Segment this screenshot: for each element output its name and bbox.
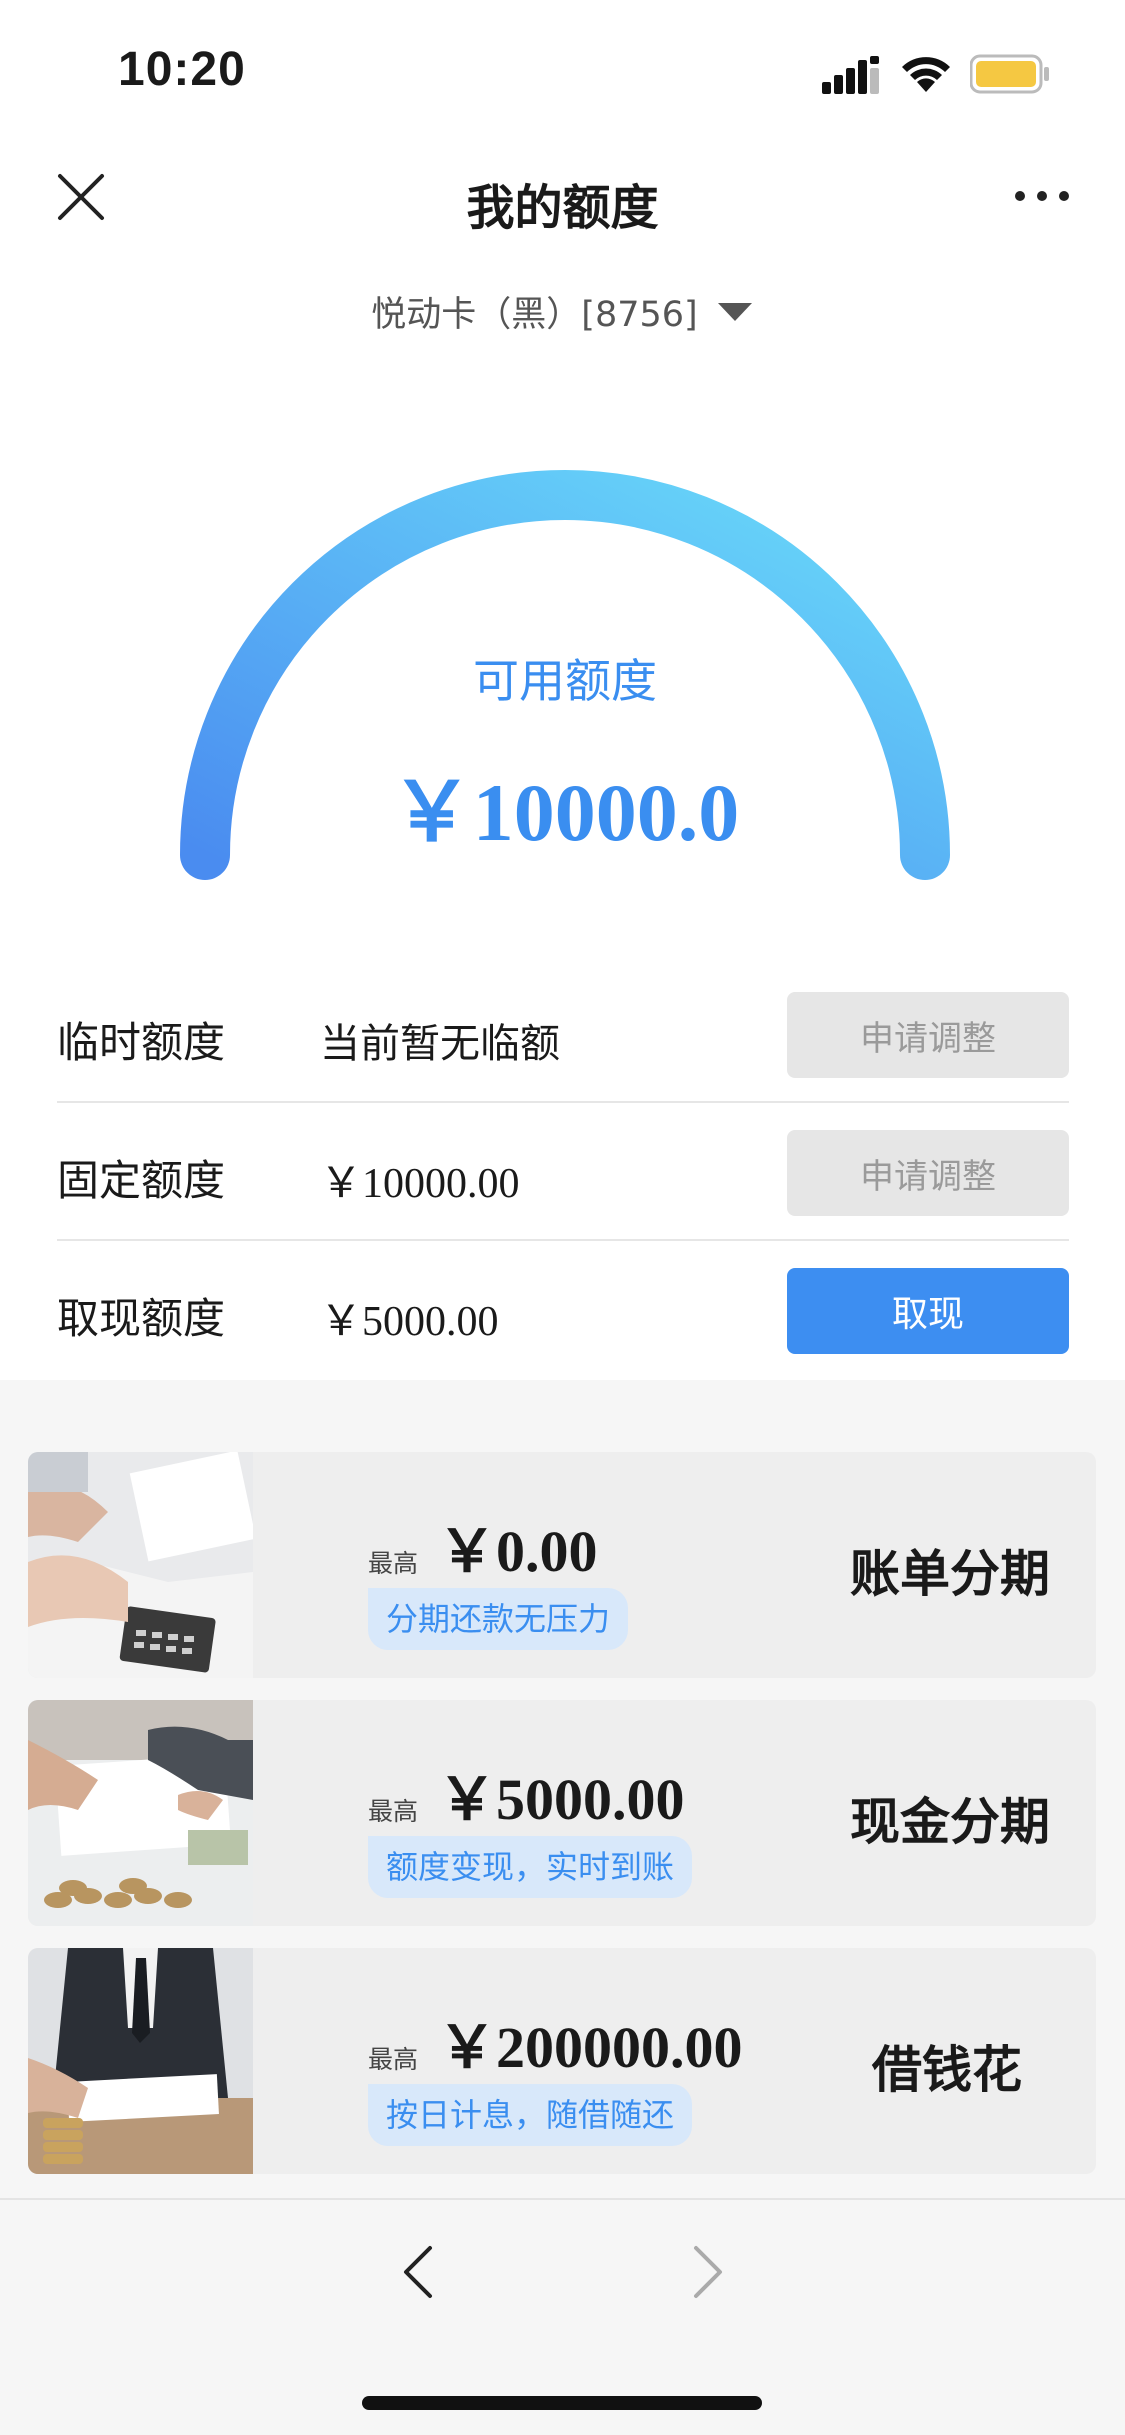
battery-icon bbox=[970, 54, 1049, 94]
quota-value: ￥5000.00 bbox=[320, 1299, 499, 1345]
nav-bar: 我的额度 bbox=[0, 140, 1125, 260]
product-image bbox=[28, 1452, 253, 1678]
product-card-cash-installment[interactable]: 最高 ￥5000.00 额度变现，实时到账 现金分期 bbox=[28, 1700, 1096, 1926]
home-indicator[interactable] bbox=[362, 2396, 762, 2410]
status-bar: 10:20 bbox=[0, 0, 1125, 140]
apply-adjust-fixed-button[interactable]: 申请调整 bbox=[787, 1130, 1069, 1216]
product-prefix: 最高 bbox=[368, 2045, 419, 2074]
quota-label: 固定额度 bbox=[57, 1156, 226, 1205]
quota-row-cash: 取现额度 ￥5000.00 取现 bbox=[57, 1241, 1069, 1379]
more-icon[interactable] bbox=[1012, 184, 1072, 208]
product-name: 借钱花 bbox=[872, 2041, 1022, 2099]
product-name: 账单分期 bbox=[850, 1545, 1050, 1603]
product-image bbox=[28, 1948, 253, 2174]
product-prefix: 最高 bbox=[368, 1549, 419, 1578]
card-selector[interactable]: 悦动卡（黑）[8756] bbox=[0, 286, 1125, 337]
product-name: 现金分期 bbox=[850, 1793, 1050, 1851]
quota-value: 当前暂无临额 bbox=[320, 1021, 560, 1067]
product-tag: 按日计息，随借随还 bbox=[368, 2084, 693, 2146]
product-tag: 分期还款无压力 bbox=[368, 1588, 629, 1650]
page-title: 我的额度 bbox=[466, 180, 659, 236]
product-tag: 额度变现，实时到账 bbox=[368, 1836, 693, 1898]
cellular-signal-icon bbox=[822, 56, 879, 94]
quota-label: 临时额度 bbox=[57, 1018, 226, 1067]
wifi-icon bbox=[902, 57, 950, 92]
product-prefix: 最高 bbox=[368, 1797, 419, 1826]
product-amount: ￥0.00 bbox=[438, 1519, 598, 1584]
available-credit-value: ￥10000.0 bbox=[390, 767, 740, 858]
quota-row-fixed: 固定额度 ￥10000.00 申请调整 bbox=[57, 1103, 1069, 1241]
product-card-borrow[interactable]: 最高 ￥200000.00 按日计息，随借随还 借钱花 bbox=[28, 1948, 1096, 2174]
product-amount: ￥5000.00 bbox=[438, 1767, 685, 1832]
cash-withdraw-button[interactable]: 取现 bbox=[787, 1268, 1069, 1354]
quota-row-temporary: 临时额度 当前暂无临额 申请调整 bbox=[57, 965, 1069, 1103]
chevron-left-icon[interactable] bbox=[400, 2242, 436, 2302]
apply-adjust-temporary-button[interactable]: 申请调整 bbox=[787, 992, 1069, 1078]
quota-label: 取现额度 bbox=[57, 1294, 226, 1343]
status-time: 10:20 bbox=[118, 43, 246, 96]
available-credit-gauge: 可用额度 ￥10000.0 bbox=[150, 440, 980, 900]
product-image bbox=[28, 1700, 253, 1926]
dropdown-triangle-icon bbox=[717, 302, 752, 321]
gauge-label: 可用额度 bbox=[473, 654, 657, 708]
chevron-right-icon[interactable] bbox=[690, 2242, 726, 2302]
product-card-bill-installment[interactable]: 最高 ￥0.00 分期还款无压力 账单分期 bbox=[28, 1452, 1096, 1678]
quota-value: ￥10000.00 bbox=[320, 1161, 520, 1207]
card-selector-label: 悦动卡（黑）[8756] bbox=[371, 295, 698, 335]
product-section: 最高 ￥0.00 分期还款无压力 账单分期 最高 ￥5000.00 额度变现，实… bbox=[0, 1380, 1125, 2200]
quota-list: 临时额度 当前暂无临额 申请调整 固定额度 ￥10000.00 申请调整 取现额… bbox=[57, 965, 1069, 1379]
product-amount: ￥200000.00 bbox=[438, 2015, 743, 2080]
